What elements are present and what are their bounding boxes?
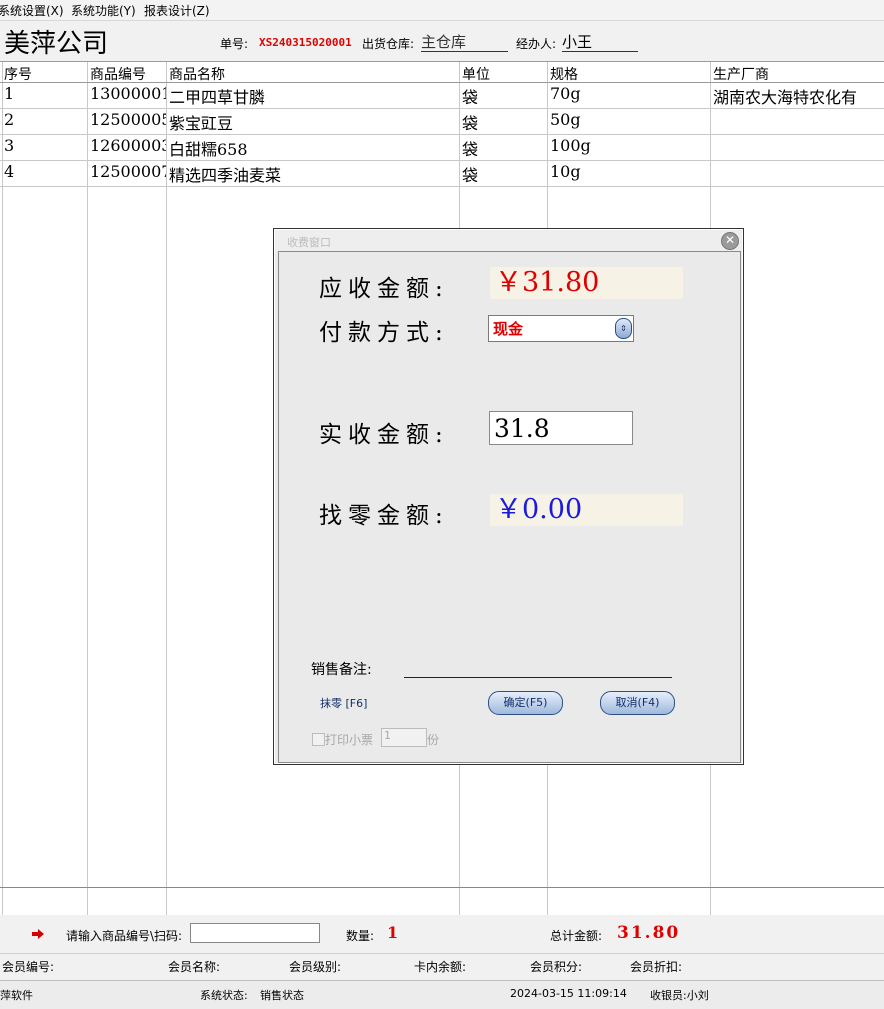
amount-received-input[interactable]: [489, 411, 633, 445]
checkout-dialog: 收费窗口 ✕ 应收金额: ￥31.80 付款方式: 现金 ⇕ 实收金额: 找零金…: [273, 228, 744, 765]
card-balance-label: 卡内余额:: [414, 960, 467, 974]
column-header-maker[interactable]: 生产厂商: [713, 64, 769, 84]
operator-label: 经办人:: [516, 37, 557, 51]
member-info-bar: 会员编号: 会员名称: 会员级别: 卡内余额: 会员积分: 会员折扣:: [0, 953, 884, 980]
amount-received-label: 实收金额:: [319, 422, 449, 448]
dropdown-arrow-icon[interactable]: ⇕: [615, 318, 632, 339]
member-discount-label: 会员折扣:: [630, 960, 683, 974]
member-level-label: 会员级别:: [289, 960, 342, 974]
cell-name: 紫宝豇豆: [169, 114, 234, 133]
cell-spec: 10g: [550, 162, 581, 181]
row-divider: [0, 108, 884, 109]
cell-unit: 袋: [462, 88, 479, 107]
change-amount-value: ￥0.00: [490, 494, 683, 526]
sales-remark-field[interactable]: [404, 657, 672, 678]
payment-method-value: 现金: [493, 320, 524, 338]
dialog-body: 应收金额: ￥31.80 付款方式: 现金 ⇕ 实收金额: 找零金额: ￥0.0…: [278, 251, 741, 763]
sales-remark-label: 销售备注:: [311, 662, 372, 678]
cell-code: 12500005: [90, 110, 166, 129]
confirm-button[interactable]: 确定(F5): [488, 691, 563, 715]
system-state: 销售状态: [260, 989, 304, 1002]
quantity-label: 数量:: [346, 929, 375, 943]
cell-maker: 湖南农大海特农化有: [713, 88, 858, 107]
cashier: 收银员:小刘: [650, 989, 709, 1002]
cell-name: 白甜糯658: [169, 140, 248, 159]
cell-spec: 70g: [550, 84, 581, 103]
member-id-label: 会员编号:: [2, 960, 55, 974]
cancel-button[interactable]: 取消(F4): [600, 691, 675, 715]
total-amount-value: 31.80: [617, 923, 681, 943]
code-input[interactable]: [190, 923, 320, 943]
arrow-right-icon: [32, 929, 44, 939]
column-divider: [547, 888, 548, 915]
column-header-name[interactable]: 商品名称: [169, 64, 225, 84]
round-off-link[interactable]: 抹零 [F6]: [320, 695, 367, 711]
cell-index: 4: [4, 162, 15, 181]
cell-index: 2: [4, 110, 15, 129]
dialog-title: 收费窗口: [287, 236, 331, 249]
warehouse-field[interactable]: 主仓库: [421, 31, 508, 52]
menu-system-functions[interactable]: 系统功能(Y): [71, 2, 136, 19]
cell-code: 12500007: [90, 162, 166, 181]
order-number-label: 单号:: [220, 37, 249, 51]
column-divider: [459, 888, 460, 915]
column-header-index[interactable]: 序号: [4, 64, 32, 84]
cell-spec: 100g: [550, 136, 591, 155]
column-header-unit[interactable]: 单位: [462, 64, 490, 84]
column-divider: [710, 888, 711, 915]
header-divider: [0, 82, 884, 83]
row-divider: [0, 134, 884, 135]
cell-index: 3: [4, 136, 15, 155]
change-amount-label: 找零金额:: [319, 503, 449, 529]
cell-unit: 袋: [462, 114, 479, 133]
cell-name: 二甲四草甘膦: [169, 88, 266, 107]
print-count-input[interactable]: 1: [381, 728, 427, 747]
amount-due-value: ￥31.80: [490, 267, 683, 299]
quantity-value: 1: [387, 923, 399, 942]
order-number: XS240315020001: [259, 36, 352, 49]
scan-input-bar: 请输入商品编号\扫码: 数量: 1 总计金额: 31.80: [0, 915, 884, 953]
cell-name: 精选四季油麦菜: [169, 166, 282, 185]
close-icon[interactable]: ✕: [721, 232, 739, 250]
cell-code: 12600003: [90, 136, 166, 155]
cell-code: 13000001: [90, 84, 166, 103]
print-receipt-label: 打印小票: [325, 733, 374, 747]
order-header: 美萍公司 单号: XS240315020001 出货仓库: 主仓库 经办人: 小…: [0, 21, 884, 61]
total-amount-label: 总计金额:: [550, 929, 603, 943]
amount-due-label: 应收金额:: [319, 276, 449, 302]
column-divider: [87, 888, 88, 915]
row-divider: [0, 186, 884, 187]
member-name-label: 会员名称:: [168, 960, 221, 974]
column-header-code[interactable]: 商品编号: [90, 64, 146, 84]
code-input-label: 请输入商品编号\扫码:: [66, 929, 183, 943]
dialog-title-bar[interactable]: 收费窗口 ✕: [275, 230, 742, 252]
menu-report-design[interactable]: 报表设计(Z): [144, 2, 210, 19]
payment-method-select[interactable]: 现金 ⇕: [488, 315, 634, 342]
operator-field[interactable]: 小王: [562, 31, 638, 52]
member-points-label: 会员积分:: [530, 960, 583, 974]
menu-bar: 系统设置(X) 系统功能(Y) 报表设计(Z): [0, 0, 884, 21]
company-name: 美萍公司: [4, 29, 109, 59]
print-receipt-checkbox[interactable]: [312, 733, 325, 746]
payment-method-label: 付款方式:: [319, 320, 449, 346]
print-count-unit: 份: [427, 733, 440, 747]
system-state-label: 系统状态:: [200, 989, 248, 1002]
row-divider: [0, 160, 884, 161]
warehouse-label: 出货仓库:: [362, 37, 415, 51]
column-header-spec[interactable]: 规格: [550, 64, 578, 84]
cell-spec: 50g: [550, 110, 581, 129]
cell-unit: 袋: [462, 166, 479, 185]
column-divider: [2, 888, 3, 915]
app-name: 萍软件: [0, 989, 33, 1002]
cell-index: 1: [4, 84, 15, 103]
status-bar: 萍软件 系统状态: 销售状态 2024-03-15 11:09:14 收银员:小…: [0, 980, 884, 1009]
column-divider: [166, 888, 167, 915]
summary-row: [0, 887, 884, 916]
menu-system-settings[interactable]: 系统设置(X): [0, 2, 64, 19]
datetime: 2024-03-15 11:09:14: [510, 987, 627, 1000]
cell-unit: 袋: [462, 140, 479, 159]
